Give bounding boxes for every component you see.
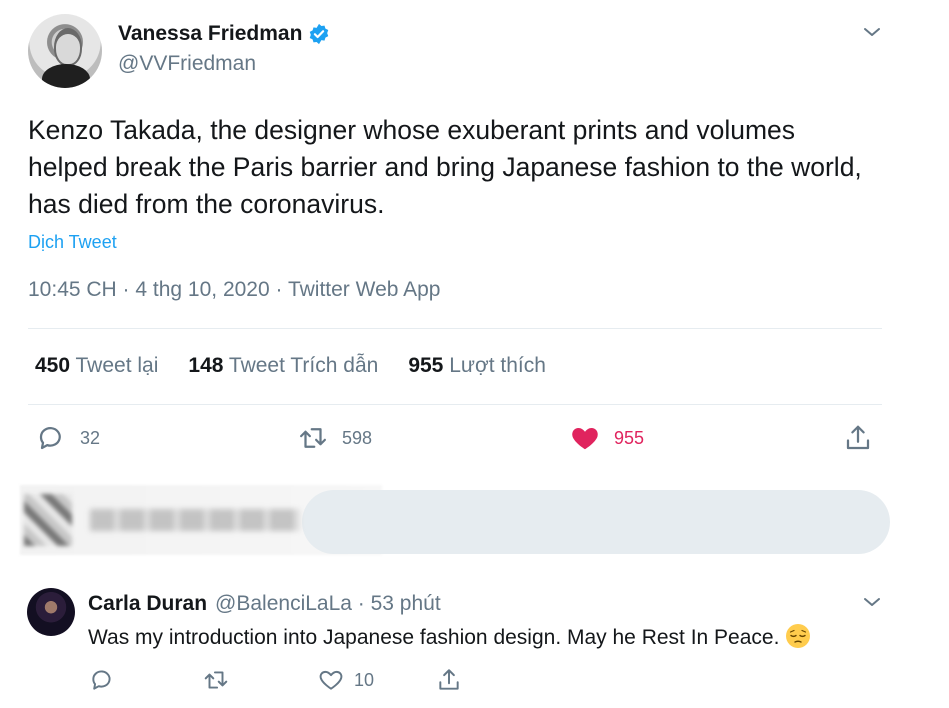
retweet-count: 598 — [342, 427, 373, 448]
like-button[interactable]: 955 — [570, 423, 644, 453]
reply-button[interactable]: 32 — [36, 423, 100, 453]
reply-author-name[interactable]: Carla Duran — [88, 592, 207, 615]
translate-tweet-link[interactable]: Dịch Tweet — [28, 232, 117, 253]
reply-retweet-button[interactable] — [203, 667, 229, 693]
reply-count: 32 — [80, 427, 101, 448]
reply-reply-button[interactable] — [89, 667, 115, 693]
author-name-link[interactable]: Vanessa Friedman — [118, 22, 330, 46]
reply-like-count: 10 — [354, 669, 375, 690]
reply-author-avatar[interactable] — [27, 588, 75, 636]
author-handle[interactable]: @VVFriedman — [118, 52, 256, 76]
retweets-stat[interactable]: 450 Tweet lại — [35, 354, 158, 378]
retweet-icon — [204, 671, 228, 689]
reply-icon — [39, 427, 61, 450]
verified-badge-icon — [310, 23, 329, 45]
author-name: Vanessa Friedman — [118, 22, 303, 45]
heart-filled-icon — [572, 428, 598, 450]
retweet-button[interactable]: 598 — [298, 423, 372, 453]
author-avatar[interactable] — [28, 14, 102, 88]
chevron-down-icon[interactable] — [862, 592, 882, 612]
divider — [28, 404, 882, 405]
tweet-text: Kenzo Takada, the designer whose exubera… — [28, 115, 862, 219]
blurred-text — [90, 509, 300, 531]
like-count: 955 — [614, 427, 645, 448]
heart-icon — [319, 670, 343, 690]
reply-text: Was my introduction into Japanese fashio… — [88, 626, 780, 649]
retweet-icon — [300, 428, 326, 448]
reply-compose-input[interactable] — [302, 490, 890, 554]
share-icon — [846, 425, 870, 450]
divider — [28, 328, 882, 329]
chevron-down-icon[interactable] — [862, 22, 882, 42]
tweet-timestamp[interactable]: 10:45 CH · 4 thg 10, 2020 · Twitter Web … — [28, 278, 440, 302]
tweet-stats: 450 Tweet lại 148 Tweet Trích dẫn 955 Lư… — [35, 354, 546, 378]
reply-author-handle[interactable]: @BalenciLaLa · 53 phút — [215, 592, 441, 615]
reply-like-button[interactable]: 10 — [318, 667, 374, 693]
reply-header: Carla Duran @BalenciLaLa · 53 phút — [88, 592, 441, 616]
blurred-avatar — [24, 494, 72, 546]
reply-text-row: Was my introduction into Japanese fashio… — [88, 623, 811, 650]
share-icon — [439, 669, 459, 690]
likes-stat[interactable]: 955 Lượt thích — [408, 354, 546, 378]
reply-share-button[interactable] — [436, 667, 462, 693]
quotes-stat[interactable]: 148 Tweet Trích dẫn — [188, 354, 378, 378]
pensive-face-emoji-icon — [786, 624, 811, 648]
reply-icon — [92, 670, 111, 690]
share-button[interactable] — [843, 423, 873, 453]
